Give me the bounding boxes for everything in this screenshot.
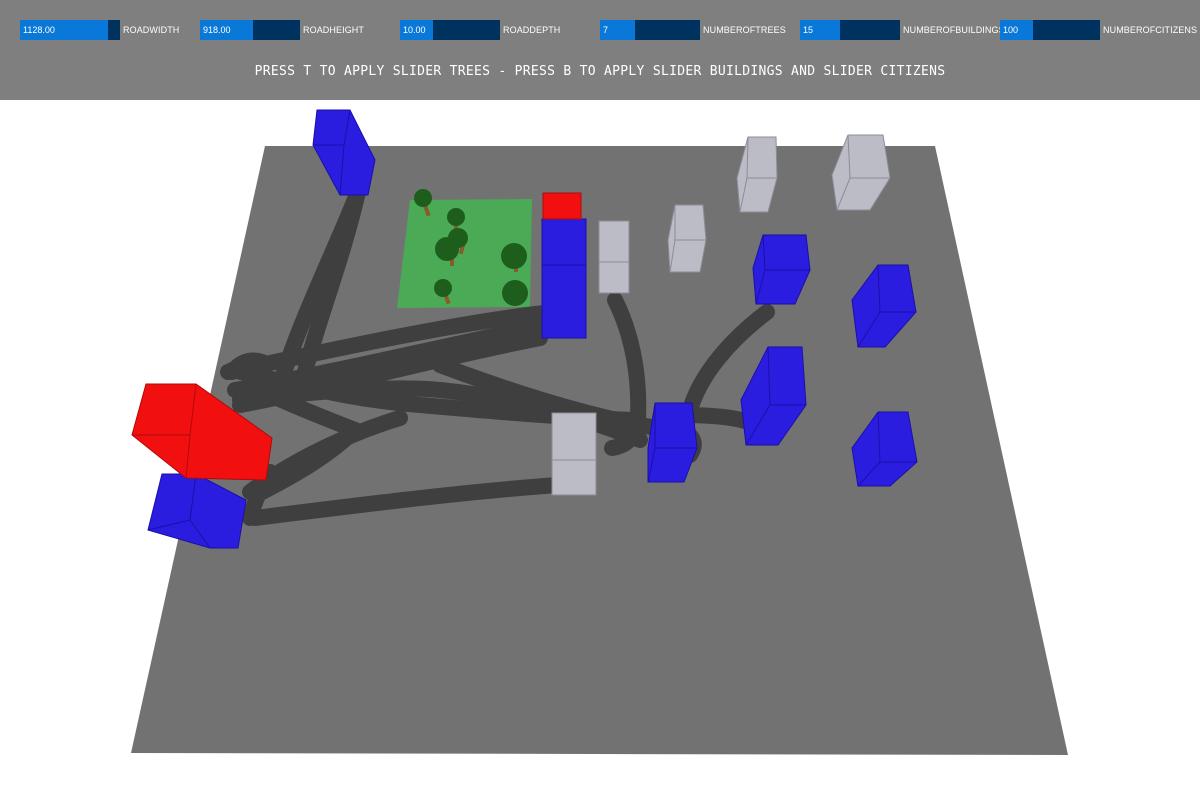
roadheight-value: 918.00	[203, 25, 231, 35]
tree	[502, 280, 528, 306]
roaddepth-label: ROADDEPTH	[503, 25, 561, 35]
city-3d-viewport[interactable]	[0, 100, 1200, 800]
keyboard-hint: PRESS T TO APPLY SLIDER TREES - PRESS B …	[254, 64, 946, 79]
numberofcitizens-value: 100	[1003, 25, 1019, 35]
building-gray	[598, 220, 630, 294]
roaddepth-value: 10.00	[403, 25, 426, 35]
slider-track[interactable]	[800, 20, 900, 40]
numberofbuildings-label: NUMBEROFBUILDINGS	[903, 25, 1005, 35]
numberoftrees-label: NUMBEROFTREES	[703, 25, 786, 35]
slider-track[interactable]	[600, 20, 700, 40]
building-red	[542, 192, 582, 220]
control-panel: 1128.00 ROADWIDTH 918.00 ROADHEIGHT 10.0…	[0, 0, 1200, 100]
building-gray	[551, 412, 597, 496]
roadwidth-value: 1128.00	[23, 25, 55, 35]
building-gray	[667, 204, 707, 273]
numberofbuildings-value: 15	[803, 25, 814, 35]
building-blue	[541, 218, 587, 339]
roadwidth-label: ROADWIDTH	[123, 25, 180, 35]
numberofcitizens-label: NUMBEROFCITIZENS	[1103, 25, 1198, 35]
numberoftrees-value: 7	[603, 25, 609, 35]
roadheight-label: ROADHEIGHT	[303, 25, 365, 35]
